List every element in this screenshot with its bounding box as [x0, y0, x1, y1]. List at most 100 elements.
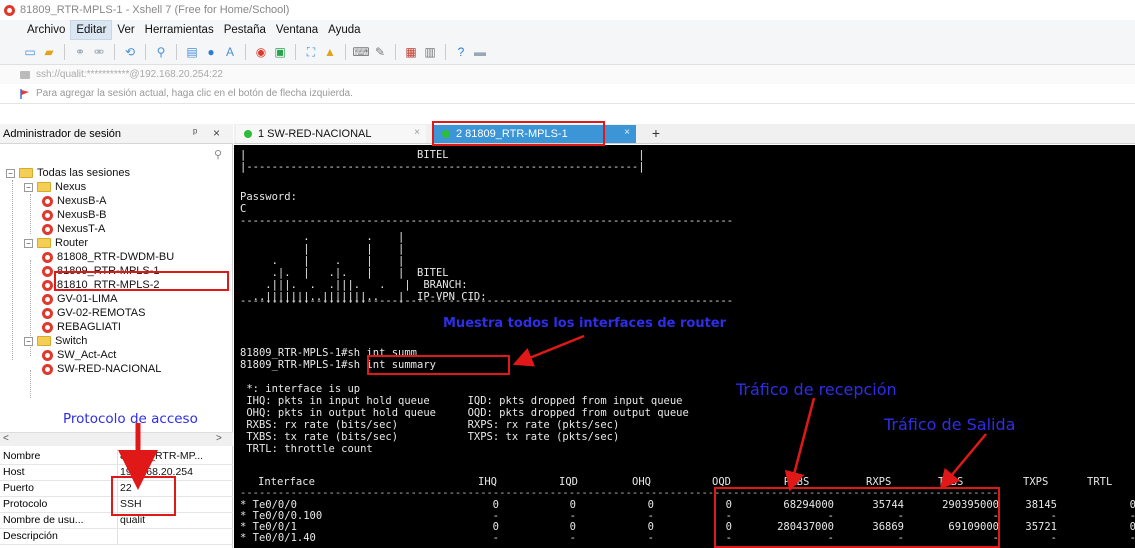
close-panel-icon[interactable]: ×: [213, 126, 220, 140]
session-item[interactable]: NexusB-A: [42, 194, 107, 208]
property-key: Nombre de usu...: [3, 514, 84, 526]
toolbar-separator: [114, 44, 115, 60]
menu-ver[interactable]: Ver: [112, 21, 139, 39]
collapse-icon[interactable]: −: [24, 336, 33, 346]
menu-bar: Archivo Editar Ver Herramientas Pestaña …: [0, 20, 1135, 40]
fullscreen-icon[interactable]: ⛶: [303, 44, 319, 60]
session-icon: [42, 321, 53, 333]
disconnect-icon[interactable]: ⚮: [91, 44, 107, 60]
lock-icon[interactable]: ▲: [322, 44, 338, 60]
property-value: SSH: [120, 498, 142, 510]
connect-icon[interactable]: ⚭: [72, 44, 88, 60]
terminal-screen[interactable]: | BITEL | |-----------------------------…: [234, 145, 1135, 548]
menu-archivo[interactable]: Archivo: [22, 21, 70, 39]
tree-horizontal-scrollbar[interactable]: < >: [0, 432, 233, 446]
search-icon[interactable]: ⚲: [214, 148, 222, 161]
xftp-icon[interactable]: ▣: [272, 44, 288, 60]
session-item[interactable]: SW_Act-Act: [42, 348, 116, 362]
session-manager-title: Administrador de sesión: [3, 127, 122, 140]
logo-line: .|. | .|. | | BITEL: [240, 267, 449, 279]
session-icon: [42, 279, 53, 291]
chat-icon[interactable]: ▬: [472, 44, 488, 60]
legend-line: *: interface is up: [240, 383, 361, 395]
session-item[interactable]: 81808_RTR-DWDM-BU: [42, 250, 174, 264]
new-session-icon[interactable]: ▭: [22, 44, 38, 60]
tree-folder-router[interactable]: − Router: [24, 236, 88, 250]
session-item-selected[interactable]: 81809_RTR-MPLS-1: [42, 264, 160, 278]
table-cell-ihq: -: [492, 532, 499, 544]
table-cell-rxbs: 68294000: [783, 499, 834, 511]
banner-line: | BITEL |: [240, 149, 645, 161]
menu-pestana[interactable]: Pestaña: [219, 21, 271, 39]
tree-folder-nexus[interactable]: − Nexus: [24, 180, 86, 194]
session-manager-header: Administrador de sesión ᵖ ×: [0, 124, 233, 144]
session-item[interactable]: NexusT-A: [42, 222, 105, 236]
tab-81809-rtr-mpls-1[interactable]: 2 81809_RTR-MPLS-1 ×: [434, 125, 636, 143]
table-rule: ----------------------------------------…: [240, 487, 999, 499]
close-tab-icon[interactable]: ×: [414, 127, 420, 138]
property-row: Nombre de usu... qualit: [0, 513, 233, 529]
folder-label: Router: [55, 237, 89, 249]
separator-line: ----------------------------------------…: [240, 295, 734, 307]
property-value: qualit: [120, 514, 146, 526]
session-icon: [42, 307, 53, 319]
menu-editar[interactable]: Editar: [70, 20, 113, 40]
table-cell-rxbs: 280437000: [777, 521, 834, 533]
menu-ventana[interactable]: Ventana: [271, 21, 323, 39]
session-item[interactable]: REBAGLIATI: [42, 320, 121, 334]
session-label: SW_Act-Act: [57, 349, 117, 361]
xshell-icon[interactable]: ◉: [253, 44, 269, 60]
annotation-access-protocol: Protocolo de acceso: [63, 411, 198, 427]
find-icon[interactable]: ⚲: [153, 44, 169, 60]
menu-herramientas[interactable]: Herramientas: [140, 21, 219, 39]
toolbar-separator: [145, 44, 146, 60]
scroll-right-icon[interactable]: >: [216, 433, 222, 444]
session-item[interactable]: GV-01-LIMA: [42, 292, 118, 306]
session-label: NexusB-B: [57, 209, 107, 221]
table-cell-rxps: -: [897, 532, 904, 544]
xshell-app-icon: [4, 4, 15, 16]
table-cell-interface: * Te0/0/1.40: [240, 532, 316, 544]
close-tab-icon[interactable]: ×: [624, 127, 630, 138]
session-icon: [42, 251, 53, 263]
legend-line: OHQ: pkts in output hold queue OQD: pkts…: [240, 407, 689, 419]
scroll-left-icon[interactable]: <: [3, 433, 9, 444]
property-key: Puerto: [3, 482, 34, 494]
session-item[interactable]: SW-RED-NACIONAL: [42, 362, 161, 376]
keyboard-icon[interactable]: ⌨: [352, 44, 369, 60]
tab-layout-icon[interactable]: ▦: [403, 44, 419, 60]
connected-status-icon: [244, 130, 252, 138]
session-item[interactable]: NexusB-B: [42, 208, 107, 222]
address-bar[interactable]: ssh://qualit:***********@192.168.20.254:…: [0, 64, 1135, 84]
font-icon[interactable]: A: [222, 44, 238, 60]
tab-sw-red-nacional[interactable]: 1 SW-RED-NACIONAL ×: [236, 125, 426, 143]
session-item[interactable]: 81810_RTR-MPLS-2: [42, 278, 160, 292]
window-title: 81809_RTR-MPLS-1 - Xshell 7 (Free for Ho…: [20, 4, 290, 16]
tree-folder-switch[interactable]: − Switch: [24, 334, 87, 348]
color-scheme-icon[interactable]: ●: [203, 44, 219, 60]
add-tab-icon[interactable]: +: [648, 126, 664, 142]
collapse-icon[interactable]: −: [6, 168, 15, 178]
reconnect-icon[interactable]: ⟲: [122, 44, 138, 60]
open-folder-icon[interactable]: ▰: [41, 44, 57, 60]
session-label: GV-02-REMOTAS: [57, 307, 146, 319]
layout-icon[interactable]: ▥: [422, 44, 438, 60]
session-label: 81810_RTR-MPLS-2: [57, 279, 160, 291]
flag-icon: [20, 88, 29, 99]
session-icon: [42, 349, 53, 361]
connected-status-icon: [442, 130, 450, 138]
property-key: Host: [3, 466, 25, 478]
collapse-icon[interactable]: −: [24, 238, 33, 248]
folder-icon: [37, 336, 51, 346]
table-cell-txbs: -: [992, 532, 999, 544]
session-item[interactable]: GV-02-REMOTAS: [42, 306, 145, 320]
collapse-icon[interactable]: −: [24, 182, 33, 192]
script-icon[interactable]: ✎: [372, 44, 388, 60]
tree-root[interactable]: − Todas las sesiones: [6, 166, 130, 180]
menu-ayuda[interactable]: Ayuda: [323, 21, 365, 39]
help-icon[interactable]: ?: [453, 44, 469, 60]
pin-icon[interactable]: ᵖ: [193, 127, 197, 139]
session-label: SW-RED-NACIONAL: [57, 363, 162, 375]
properties-icon[interactable]: ▤: [184, 44, 200, 60]
tab-label: 1 SW-RED-NACIONAL: [258, 128, 372, 140]
